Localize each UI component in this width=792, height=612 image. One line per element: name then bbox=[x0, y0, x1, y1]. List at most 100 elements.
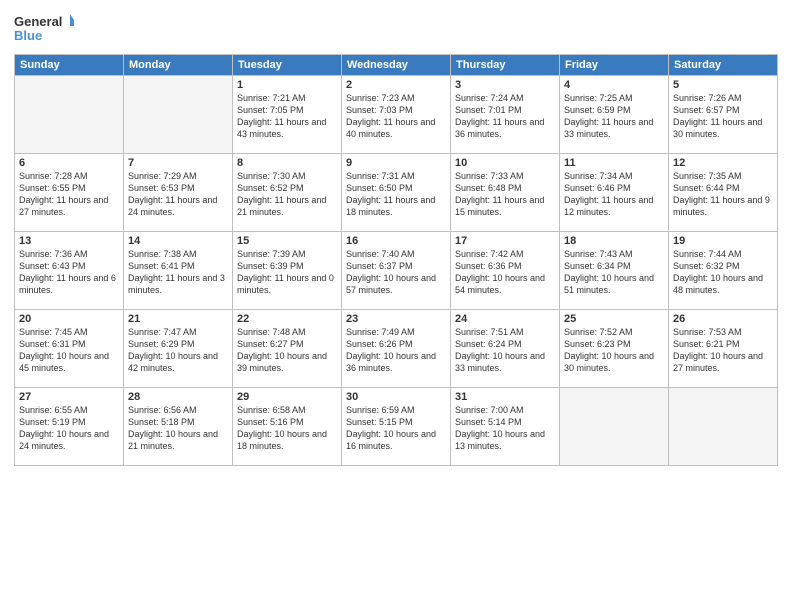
day-cell: 1Sunrise: 7:21 AM Sunset: 7:05 PM Daylig… bbox=[233, 76, 342, 154]
day-number: 12 bbox=[673, 157, 773, 169]
day-cell: 4Sunrise: 7:25 AM Sunset: 6:59 PM Daylig… bbox=[560, 76, 669, 154]
day-cell: 9Sunrise: 7:31 AM Sunset: 6:50 PM Daylig… bbox=[342, 154, 451, 232]
weekday-saturday: Saturday bbox=[669, 55, 778, 76]
day-info: Sunrise: 7:45 AM Sunset: 6:31 PM Dayligh… bbox=[19, 326, 119, 375]
day-cell bbox=[669, 388, 778, 466]
day-info: Sunrise: 7:49 AM Sunset: 6:26 PM Dayligh… bbox=[346, 326, 446, 375]
day-info: Sunrise: 7:52 AM Sunset: 6:23 PM Dayligh… bbox=[564, 326, 664, 375]
day-cell: 29Sunrise: 6:58 AM Sunset: 5:16 PM Dayli… bbox=[233, 388, 342, 466]
day-info: Sunrise: 6:56 AM Sunset: 5:18 PM Dayligh… bbox=[128, 404, 228, 453]
day-info: Sunrise: 7:30 AM Sunset: 6:52 PM Dayligh… bbox=[237, 170, 337, 219]
day-cell: 7Sunrise: 7:29 AM Sunset: 6:53 PM Daylig… bbox=[124, 154, 233, 232]
day-info: Sunrise: 7:33 AM Sunset: 6:48 PM Dayligh… bbox=[455, 170, 555, 219]
day-info: Sunrise: 7:47 AM Sunset: 6:29 PM Dayligh… bbox=[128, 326, 228, 375]
day-info: Sunrise: 7:28 AM Sunset: 6:55 PM Dayligh… bbox=[19, 170, 119, 219]
day-cell: 2Sunrise: 7:23 AM Sunset: 7:03 PM Daylig… bbox=[342, 76, 451, 154]
day-cell: 27Sunrise: 6:55 AM Sunset: 5:19 PM Dayli… bbox=[15, 388, 124, 466]
weekday-sunday: Sunday bbox=[15, 55, 124, 76]
logo-svg: General Blue bbox=[14, 10, 74, 48]
day-cell: 20Sunrise: 7:45 AM Sunset: 6:31 PM Dayli… bbox=[15, 310, 124, 388]
week-row-4: 20Sunrise: 7:45 AM Sunset: 6:31 PM Dayli… bbox=[15, 310, 778, 388]
day-info: Sunrise: 7:42 AM Sunset: 6:36 PM Dayligh… bbox=[455, 248, 555, 297]
day-number: 11 bbox=[564, 157, 664, 169]
day-number: 8 bbox=[237, 157, 337, 169]
day-info: Sunrise: 6:55 AM Sunset: 5:19 PM Dayligh… bbox=[19, 404, 119, 453]
svg-text:Blue: Blue bbox=[14, 28, 42, 43]
day-info: Sunrise: 7:35 AM Sunset: 6:44 PM Dayligh… bbox=[673, 170, 773, 219]
day-info: Sunrise: 7:38 AM Sunset: 6:41 PM Dayligh… bbox=[128, 248, 228, 297]
day-cell: 6Sunrise: 7:28 AM Sunset: 6:55 PM Daylig… bbox=[15, 154, 124, 232]
day-cell: 8Sunrise: 7:30 AM Sunset: 6:52 PM Daylig… bbox=[233, 154, 342, 232]
day-number: 30 bbox=[346, 391, 446, 403]
day-info: Sunrise: 7:43 AM Sunset: 6:34 PM Dayligh… bbox=[564, 248, 664, 297]
day-cell: 10Sunrise: 7:33 AM Sunset: 6:48 PM Dayli… bbox=[451, 154, 560, 232]
day-number: 4 bbox=[564, 79, 664, 91]
day-info: Sunrise: 7:40 AM Sunset: 6:37 PM Dayligh… bbox=[346, 248, 446, 297]
day-number: 17 bbox=[455, 235, 555, 247]
day-number: 16 bbox=[346, 235, 446, 247]
day-info: Sunrise: 7:25 AM Sunset: 6:59 PM Dayligh… bbox=[564, 92, 664, 141]
day-cell: 26Sunrise: 7:53 AM Sunset: 6:21 PM Dayli… bbox=[669, 310, 778, 388]
weekday-wednesday: Wednesday bbox=[342, 55, 451, 76]
day-number: 20 bbox=[19, 313, 119, 325]
day-cell: 15Sunrise: 7:39 AM Sunset: 6:39 PM Dayli… bbox=[233, 232, 342, 310]
day-cell: 12Sunrise: 7:35 AM Sunset: 6:44 PM Dayli… bbox=[669, 154, 778, 232]
day-info: Sunrise: 7:29 AM Sunset: 6:53 PM Dayligh… bbox=[128, 170, 228, 219]
day-cell: 31Sunrise: 7:00 AM Sunset: 5:14 PM Dayli… bbox=[451, 388, 560, 466]
calendar-table: SundayMondayTuesdayWednesdayThursdayFrid… bbox=[14, 54, 778, 466]
day-cell bbox=[560, 388, 669, 466]
day-number: 29 bbox=[237, 391, 337, 403]
day-info: Sunrise: 7:34 AM Sunset: 6:46 PM Dayligh… bbox=[564, 170, 664, 219]
day-info: Sunrise: 7:23 AM Sunset: 7:03 PM Dayligh… bbox=[346, 92, 446, 141]
day-cell: 18Sunrise: 7:43 AM Sunset: 6:34 PM Dayli… bbox=[560, 232, 669, 310]
day-number: 5 bbox=[673, 79, 773, 91]
day-number: 14 bbox=[128, 235, 228, 247]
day-info: Sunrise: 6:59 AM Sunset: 5:15 PM Dayligh… bbox=[346, 404, 446, 453]
day-info: Sunrise: 7:24 AM Sunset: 7:01 PM Dayligh… bbox=[455, 92, 555, 141]
day-cell: 16Sunrise: 7:40 AM Sunset: 6:37 PM Dayli… bbox=[342, 232, 451, 310]
day-info: Sunrise: 7:39 AM Sunset: 6:39 PM Dayligh… bbox=[237, 248, 337, 297]
week-row-3: 13Sunrise: 7:36 AM Sunset: 6:43 PM Dayli… bbox=[15, 232, 778, 310]
header: General Blue bbox=[14, 10, 778, 48]
day-cell: 13Sunrise: 7:36 AM Sunset: 6:43 PM Dayli… bbox=[15, 232, 124, 310]
day-number: 9 bbox=[346, 157, 446, 169]
day-number: 23 bbox=[346, 313, 446, 325]
weekday-thursday: Thursday bbox=[451, 55, 560, 76]
day-cell bbox=[15, 76, 124, 154]
day-number: 22 bbox=[237, 313, 337, 325]
week-row-2: 6Sunrise: 7:28 AM Sunset: 6:55 PM Daylig… bbox=[15, 154, 778, 232]
day-cell: 22Sunrise: 7:48 AM Sunset: 6:27 PM Dayli… bbox=[233, 310, 342, 388]
week-row-1: 1Sunrise: 7:21 AM Sunset: 7:05 PM Daylig… bbox=[15, 76, 778, 154]
day-info: Sunrise: 6:58 AM Sunset: 5:16 PM Dayligh… bbox=[237, 404, 337, 453]
day-number: 3 bbox=[455, 79, 555, 91]
day-number: 25 bbox=[564, 313, 664, 325]
day-info: Sunrise: 7:51 AM Sunset: 6:24 PM Dayligh… bbox=[455, 326, 555, 375]
day-number: 24 bbox=[455, 313, 555, 325]
day-cell: 21Sunrise: 7:47 AM Sunset: 6:29 PM Dayli… bbox=[124, 310, 233, 388]
day-number: 28 bbox=[128, 391, 228, 403]
day-number: 31 bbox=[455, 391, 555, 403]
day-info: Sunrise: 7:48 AM Sunset: 6:27 PM Dayligh… bbox=[237, 326, 337, 375]
day-number: 1 bbox=[237, 79, 337, 91]
day-info: Sunrise: 7:53 AM Sunset: 6:21 PM Dayligh… bbox=[673, 326, 773, 375]
day-cell: 24Sunrise: 7:51 AM Sunset: 6:24 PM Dayli… bbox=[451, 310, 560, 388]
day-number: 27 bbox=[19, 391, 119, 403]
day-number: 6 bbox=[19, 157, 119, 169]
day-cell: 25Sunrise: 7:52 AM Sunset: 6:23 PM Dayli… bbox=[560, 310, 669, 388]
day-info: Sunrise: 7:44 AM Sunset: 6:32 PM Dayligh… bbox=[673, 248, 773, 297]
day-number: 26 bbox=[673, 313, 773, 325]
day-cell: 30Sunrise: 6:59 AM Sunset: 5:15 PM Dayli… bbox=[342, 388, 451, 466]
calendar-container: General Blue SundayMondayTuesdayWednesda… bbox=[0, 0, 792, 612]
day-cell: 3Sunrise: 7:24 AM Sunset: 7:01 PM Daylig… bbox=[451, 76, 560, 154]
day-cell: 17Sunrise: 7:42 AM Sunset: 6:36 PM Dayli… bbox=[451, 232, 560, 310]
day-number: 13 bbox=[19, 235, 119, 247]
day-cell: 11Sunrise: 7:34 AM Sunset: 6:46 PM Dayli… bbox=[560, 154, 669, 232]
weekday-tuesday: Tuesday bbox=[233, 55, 342, 76]
day-number: 21 bbox=[128, 313, 228, 325]
logo: General Blue bbox=[14, 10, 74, 48]
day-cell bbox=[124, 76, 233, 154]
weekday-monday: Monday bbox=[124, 55, 233, 76]
day-info: Sunrise: 7:00 AM Sunset: 5:14 PM Dayligh… bbox=[455, 404, 555, 453]
day-number: 15 bbox=[237, 235, 337, 247]
day-info: Sunrise: 7:26 AM Sunset: 6:57 PM Dayligh… bbox=[673, 92, 773, 141]
